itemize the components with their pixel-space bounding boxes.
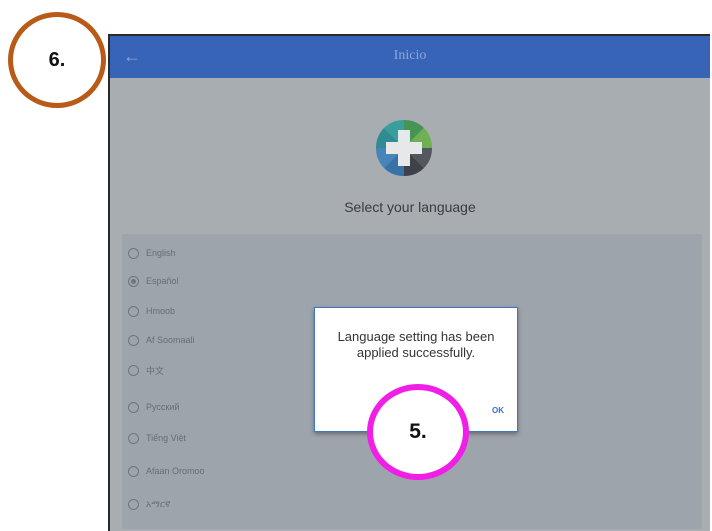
dialog-message: Language setting has been applied succes…: [337, 329, 495, 360]
ok-button[interactable]: OK: [492, 406, 504, 415]
step-5-label: 5.: [409, 420, 427, 443]
step-6-label: 6.: [48, 48, 66, 71]
step-6-callout: 6.: [8, 12, 106, 108]
step-5-callout: 5.: [367, 384, 469, 480]
